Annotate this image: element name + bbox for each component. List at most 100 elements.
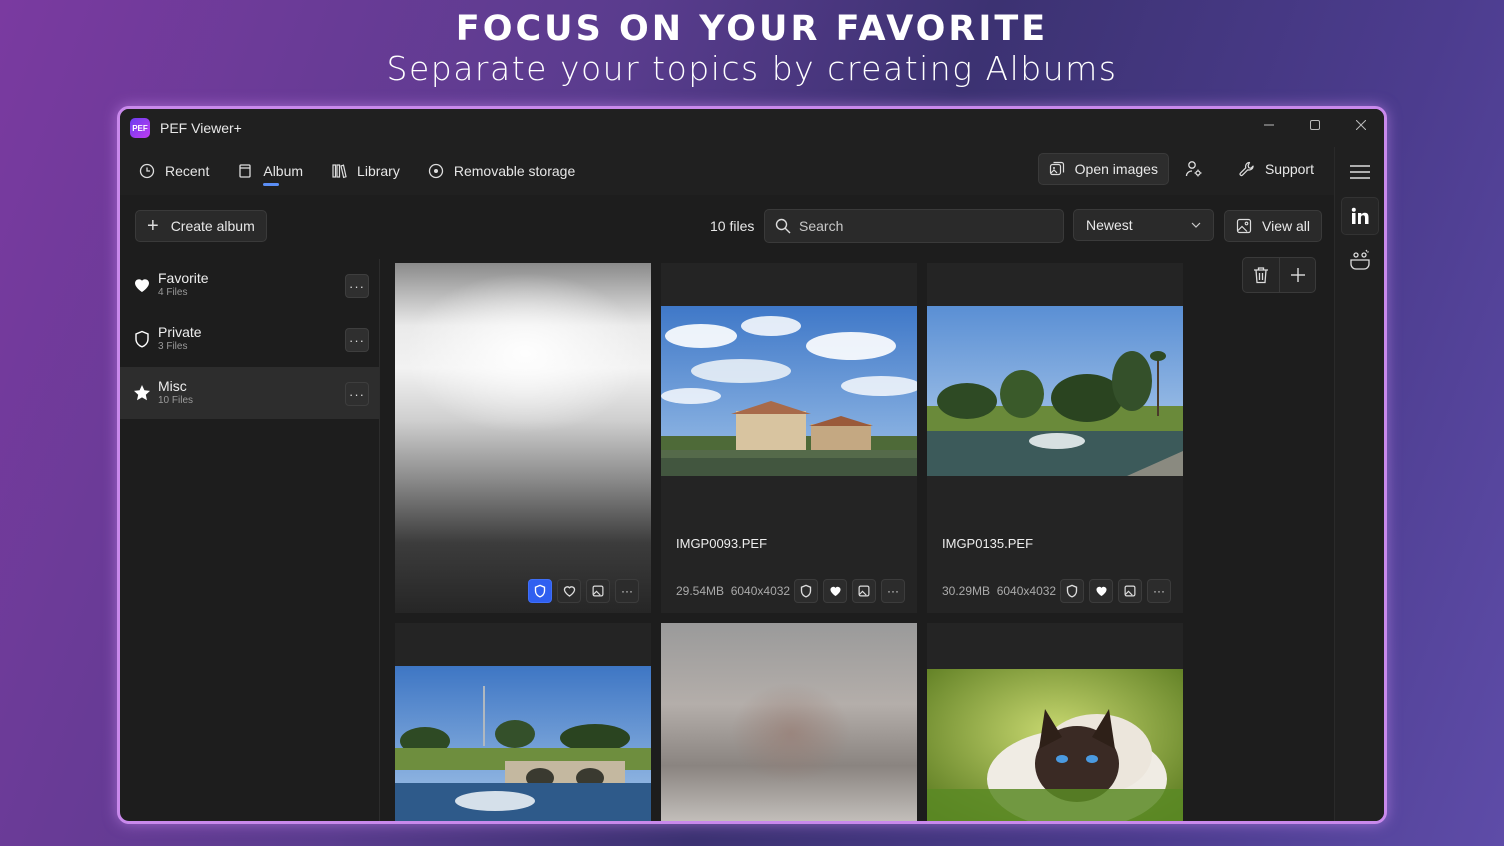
create-album-label: Create album — [170, 218, 255, 234]
open-images-label: Open images — [1074, 161, 1158, 177]
tab-library[interactable]: Library — [317, 153, 414, 189]
pond-photo — [927, 306, 1183, 476]
chevron-down-icon — [1191, 222, 1201, 228]
maximize-button[interactable] — [1292, 109, 1338, 141]
photo-more-button[interactable]: ··· — [881, 579, 905, 603]
photo-more-button[interactable]: ··· — [615, 579, 639, 603]
images-icon — [1049, 161, 1064, 176]
photo-card[interactable]: IMGP0093.PEF 29.54MB 6040x4032 ··· — [661, 263, 917, 613]
view-all-label: View all — [1262, 218, 1310, 234]
file-resolution: 6040x4032 — [996, 584, 1057, 598]
album-more-button[interactable]: ··· — [345, 382, 369, 406]
album-icon — [239, 164, 252, 178]
fountain-photo — [395, 666, 651, 821]
album-file-count: 4 Files — [158, 287, 188, 298]
album-file-count: 10 Files — [158, 395, 194, 406]
favorite-toggle[interactable] — [557, 579, 581, 603]
private-toggle[interactable] — [528, 579, 552, 603]
tab-album-label: Album — [263, 163, 304, 179]
favorite-toggle[interactable] — [1089, 579, 1113, 603]
minimize-icon — [1264, 124, 1274, 126]
album-toolbar: + Create album 10 files Newest View all — [120, 195, 1334, 259]
photo-thumbnail[interactable] — [395, 666, 651, 821]
photo-grid: ··· IMGP0093.PEF 29.54MB 6040x4032 ··· I… — [395, 263, 1334, 821]
app-window: PEF PEF Viewer+ Recent Album Library Rem… — [117, 106, 1387, 824]
search-box — [764, 209, 1064, 243]
close-icon — [1356, 120, 1366, 130]
album-file-count: 3 Files — [158, 341, 188, 352]
album-item-misc[interactable]: Misc 10 Files ··· — [120, 367, 379, 419]
album-name: Favorite — [158, 270, 209, 286]
photo-thumbnail[interactable] — [927, 669, 1183, 821]
minimize-button[interactable] — [1246, 109, 1292, 141]
search-icon — [775, 218, 791, 234]
photo-thumbnail[interactable] — [927, 306, 1183, 476]
menu-button[interactable] — [1341, 153, 1379, 191]
file-name: IMGP0135.PEF — [942, 536, 1034, 551]
photo-card[interactable] — [927, 623, 1183, 821]
private-toggle[interactable] — [794, 579, 818, 603]
disc-icon — [428, 163, 443, 179]
album-name: Private — [158, 324, 202, 340]
main-nav: Recent Album Library Removable storage O… — [120, 147, 1334, 195]
title-bar: PEF PEF Viewer+ — [120, 109, 1384, 147]
hamburger-icon — [1349, 165, 1370, 179]
private-toggle[interactable] — [1060, 579, 1084, 603]
cat-photo — [927, 669, 1183, 821]
photo-card[interactable] — [395, 623, 651, 821]
favorite-toggle[interactable] — [823, 579, 847, 603]
album-toggle[interactable] — [1118, 579, 1142, 603]
house-photo — [661, 306, 917, 476]
promo-title: FOCUS ON YOUR FAVORITE — [455, 9, 1049, 49]
image-icon — [1236, 218, 1252, 234]
file-meta: 30.29MB 6040x4032 — [942, 584, 1056, 598]
search-input[interactable] — [799, 218, 1039, 234]
album-toggle[interactable] — [852, 579, 876, 603]
feedback-button[interactable] — [1341, 241, 1379, 279]
file-name: IMGP0093.PEF — [676, 536, 768, 551]
support-label: Support — [1264, 161, 1314, 177]
app-logo: PEF — [130, 118, 150, 138]
tab-library-label: Library — [357, 163, 400, 179]
tab-recent[interactable]: Recent — [125, 153, 223, 189]
tab-removable-storage-label: Removable storage — [453, 163, 576, 179]
photo-thumbnail[interactable] — [661, 306, 917, 476]
support-button[interactable]: Support — [1229, 153, 1324, 185]
album-list: Favorite 4 Files ··· Private 3 Files ···… — [120, 259, 380, 821]
photo-actions: ··· — [794, 579, 905, 603]
image-icon — [592, 585, 604, 597]
linkedin-icon — [1351, 207, 1368, 224]
image-icon — [858, 585, 870, 597]
photo-card[interactable]: ··· — [395, 263, 651, 613]
album-item-private[interactable]: Private 3 Files ··· — [120, 313, 379, 365]
heart-outline-icon — [563, 586, 575, 597]
shield-icon — [135, 330, 149, 348]
tab-album[interactable]: Album — [223, 153, 317, 189]
photo-thumbnail[interactable] — [661, 623, 917, 821]
album-item-favorite[interactable]: Favorite 4 Files ··· — [120, 259, 379, 311]
photo-thumbnail[interactable] — [395, 263, 651, 613]
photo-actions: ··· — [1060, 579, 1171, 603]
sort-select[interactable]: Newest — [1073, 209, 1214, 241]
heart-icon — [1095, 586, 1107, 597]
photo-card[interactable]: IMGP0135.PEF 30.29MB 6040x4032 ··· — [927, 263, 1183, 613]
open-images-button[interactable]: Open images — [1037, 153, 1169, 185]
shield-icon — [800, 584, 812, 598]
close-button[interactable] — [1338, 109, 1384, 141]
clock-icon — [139, 163, 155, 179]
right-rail — [1334, 147, 1384, 821]
photo-actions: ··· — [528, 579, 639, 603]
album-more-button[interactable]: ··· — [345, 328, 369, 352]
sort-value: Newest — [1086, 217, 1133, 233]
photo-card[interactable] — [661, 623, 917, 821]
account-settings-button[interactable] — [1175, 153, 1223, 185]
album-more-button[interactable]: ··· — [345, 274, 369, 298]
linkedin-button[interactable] — [1340, 197, 1379, 235]
create-album-button[interactable]: + Create album — [135, 210, 267, 242]
photo-more-button[interactable]: ··· — [1147, 579, 1171, 603]
album-toggle[interactable] — [586, 579, 610, 603]
feedback-icon — [1349, 249, 1370, 270]
library-icon — [332, 164, 347, 179]
tab-removable-storage[interactable]: Removable storage — [414, 153, 589, 189]
view-all-button[interactable]: View all — [1224, 210, 1322, 242]
